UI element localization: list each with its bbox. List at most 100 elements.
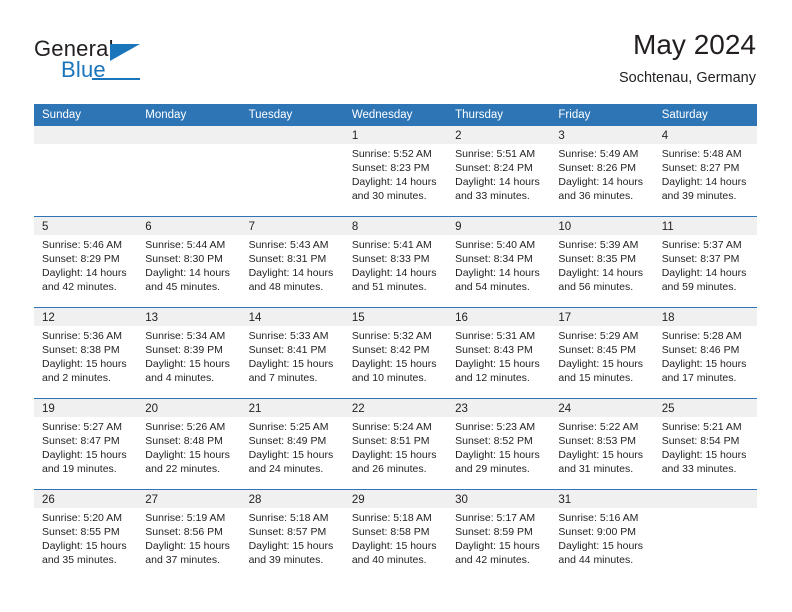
daylight-text-line1: Daylight: 15 hours: [558, 540, 644, 552]
daylight-text-line2: and 10 minutes.: [351, 372, 427, 384]
day-cell[interactable]: 8 Sunrise: 5:41 AM Sunset: 8:33 PM Daylight…: [343, 217, 448, 307]
sunset-text: Sunset: 8:42 PM: [351, 344, 430, 356]
day-cell[interactable]: 27 Sunrise: 5:19 AM Sunset: 8:56 PM Dayligh…: [137, 490, 241, 580]
day-cell[interactable]: 26 Sunrise: 5:20 AM Sunset: 8:55 PM Dayligh…: [34, 490, 138, 580]
day-cell[interactable]: 28 Sunrise: 5:18 AM Sunset: 8:57 PM Dayligh…: [240, 490, 344, 580]
day-number: 3: [558, 130, 565, 142]
sunrise-text: Sunrise: 5:43 AM: [248, 239, 329, 251]
day-number-band: 7: [240, 217, 344, 235]
weekday-header-sunday: Sunday: [42, 109, 82, 121]
day-number-band: 11: [653, 217, 757, 235]
day-details: Sunrise: 5:27 AM Sunset: 8:47 PM Daylight:…: [34, 417, 137, 476]
day-cell[interactable]: 30 Sunrise: 5:17 AM Sunset: 8:59 PM Dayligh…: [447, 490, 551, 580]
sunset-text: Sunset: 8:29 PM: [42, 253, 120, 265]
day-number: 13: [145, 312, 159, 324]
day-cell[interactable]: 23 Sunrise: 5:23 AM Sunset: 8:52 PM Dayligh…: [447, 399, 551, 489]
day-cell[interactable]: 19 Sunrise: 5:27 AM Sunset: 8:47 PM Dayligh…: [34, 399, 138, 489]
daylight-text-line2: and 44 minutes.: [558, 554, 634, 566]
day-cell[interactable]: 24 Sunrise: 5:22 AM Sunset: 8:53 PM Dayligh…: [550, 399, 654, 489]
day-number: 11: [661, 221, 674, 233]
weekday-header-thursday: Thursday: [455, 109, 504, 121]
day-cell[interactable]: 13 Sunrise: 5:34 AM Sunset: 8:39 PM Dayligh…: [137, 308, 241, 398]
day-cell[interactable]: 31 Sunrise: 5:16 AM Sunset: 9:00 PM Dayligh…: [550, 490, 654, 580]
day-number: 9: [455, 221, 462, 233]
daylight-text-line2: and 29 minutes.: [455, 463, 530, 475]
day-cell[interactable]: 2 Sunrise: 5:51 AM Sunset: 8:24 PM Daylight…: [447, 126, 551, 216]
sunset-text: Sunset: 8:31 PM: [248, 253, 327, 265]
sunset-text: Sunset: 8:51 PM: [351, 435, 430, 447]
day-number: 15: [351, 312, 365, 324]
sunrise-text: Sunrise: 5:23 AM: [455, 421, 536, 433]
sunrise-text: Sunrise: 5:19 AM: [145, 512, 226, 524]
sunset-text: Sunset: 8:33 PM: [351, 253, 430, 265]
day-details: Sunrise: 5:20 AM Sunset: 8:55 PM Daylight:…: [34, 508, 137, 567]
day-number-band: 26: [34, 490, 138, 508]
day-cell[interactable]: 14 Sunrise: 5:33 AM Sunset: 8:41 PM Dayligh…: [240, 308, 344, 398]
day-number: 2: [455, 130, 462, 142]
day-details: Sunrise: 5:34 AM Sunset: 8:39 PM Daylight:…: [137, 326, 240, 385]
sunset-text: Sunset: 8:46 PM: [661, 344, 740, 356]
day-number-band: 2: [447, 126, 551, 144]
weekday-header-wednesday: Wednesday: [351, 109, 413, 121]
day-cell[interactable]: 22 Sunrise: 5:24 AM Sunset: 8:51 PM Dayligh…: [343, 399, 448, 489]
day-number-band: 15: [343, 308, 448, 326]
day-details: Sunrise: 5:17 AM Sunset: 8:59 PM Daylight:…: [447, 508, 550, 567]
day-number-band: 10: [550, 217, 654, 235]
day-number: 25: [661, 403, 675, 415]
day-cell[interactable]: 5 Sunrise: 5:46 AM Sunset: 8:29 PM Daylight…: [34, 217, 138, 307]
day-cell[interactable]: 9 Sunrise: 5:40 AM Sunset: 8:34 PM Daylight…: [447, 217, 551, 307]
general-blue-logo[interactable]: General Blue: [34, 36, 164, 86]
daylight-text-line1: Daylight: 15 hours: [248, 449, 334, 461]
daylight-text-line2: and 42 minutes.: [455, 554, 530, 566]
weekday-header-monday: Monday: [145, 109, 187, 121]
daylight-text-line1: Daylight: 15 hours: [558, 449, 644, 461]
daylight-text-line2: and 12 minutes.: [455, 372, 530, 384]
day-cell[interactable]: 12 Sunrise: 5:36 AM Sunset: 8:38 PM Dayligh…: [34, 308, 138, 398]
day-cell[interactable]: 25 Sunrise: 5:21 AM Sunset: 8:54 PM Dayligh…: [653, 399, 757, 489]
daylight-text-line1: Daylight: 14 hours: [558, 176, 644, 188]
day-cell[interactable]: 1 Sunrise: 5:52 AM Sunset: 8:23 PM Daylight…: [343, 126, 448, 216]
day-cell[interactable]: 18 Sunrise: 5:28 AM Sunset: 8:46 PM Dayligh…: [653, 308, 757, 398]
daylight-text-line1: Daylight: 15 hours: [248, 358, 334, 370]
day-number-band: 3: [550, 126, 654, 144]
day-number: 16: [455, 312, 468, 324]
day-cell[interactable]: 10 Sunrise: 5:39 AM Sunset: 8:35 PM Dayligh…: [550, 217, 654, 307]
day-details: Sunrise: 5:41 AM Sunset: 8:33 PM Daylight:…: [344, 235, 447, 294]
day-details: Sunrise: 5:22 AM Sunset: 8:53 PM Daylight:…: [550, 417, 653, 476]
sunrise-text: Sunrise: 5:31 AM: [455, 330, 536, 342]
day-cell[interactable]: 21 Sunrise: 5:25 AM Sunset: 8:49 PM Dayligh…: [240, 399, 344, 489]
daylight-text-line2: and 24 minutes.: [248, 463, 324, 475]
day-cell[interactable]: 6 Sunrise: 5:44 AM Sunset: 8:30 PM Daylight…: [137, 217, 241, 307]
day-details: Sunrise: 5:39 AM Sunset: 8:35 PM Daylight:…: [550, 235, 653, 294]
sunrise-text: Sunrise: 5:16 AM: [558, 512, 639, 524]
day-cell[interactable]: 29 Sunrise: 5:18 AM Sunset: 8:58 PM Dayligh…: [343, 490, 448, 580]
daylight-text-line2: and 40 minutes.: [351, 554, 427, 566]
daylight-text-line2: and 35 minutes.: [42, 554, 117, 566]
daylight-text-line2: and 36 minutes.: [558, 190, 634, 202]
day-cell[interactable]: 15 Sunrise: 5:32 AM Sunset: 8:42 PM Dayligh…: [343, 308, 448, 398]
day-cell[interactable]: 16 Sunrise: 5:31 AM Sunset: 8:43 PM Dayligh…: [447, 308, 551, 398]
sunrise-text: Sunrise: 5:18 AM: [248, 512, 329, 524]
day-cell[interactable]: 17 Sunrise: 5:29 AM Sunset: 8:45 PM Dayligh…: [550, 308, 654, 398]
day-cell[interactable]: 20 Sunrise: 5:26 AM Sunset: 8:48 PM Dayligh…: [137, 399, 241, 489]
sunrise-text: Sunrise: 5:41 AM: [351, 239, 432, 251]
day-details: Sunrise: 5:32 AM Sunset: 8:42 PM Daylight:…: [344, 326, 447, 385]
daylight-text-line2: and 17 minutes.: [661, 372, 737, 384]
day-cell[interactable]: 7 Sunrise: 5:43 AM Sunset: 8:31 PM Daylight…: [240, 217, 344, 307]
day-number-band: 1: [343, 126, 448, 144]
sunrise-text: Sunrise: 5:25 AM: [248, 421, 329, 433]
day-cell[interactable]: 3 Sunrise: 5:49 AM Sunset: 8:26 PM Daylight…: [550, 126, 654, 216]
day-number-band: 5: [34, 217, 138, 235]
sunrise-text: Sunrise: 5:34 AM: [145, 330, 226, 342]
daylight-text-line1: Daylight: 14 hours: [42, 267, 127, 279]
day-number-band: 29: [343, 490, 448, 508]
sunset-text: Sunset: 8:23 PM: [351, 162, 430, 174]
weekday-header-saturday: Saturday: [661, 109, 708, 121]
week-row: 26 Sunrise: 5:20 AM Sunset: 8:55 PM Dayligh…: [34, 489, 757, 580]
week-row: 1 Sunrise: 5:52 AM Sunset: 8:23 PM Daylight…: [34, 126, 757, 216]
day-cell[interactable]: 4 Sunrise: 5:48 AM Sunset: 8:27 PM Daylight…: [653, 126, 757, 216]
day-number-band: 28: [240, 490, 344, 508]
sunrise-text: Sunrise: 5:24 AM: [351, 421, 432, 433]
day-number-band: 4: [653, 126, 757, 144]
day-cell[interactable]: 11 Sunrise: 5:37 AM Sunset: 8:37 PM Dayligh…: [653, 217, 757, 307]
